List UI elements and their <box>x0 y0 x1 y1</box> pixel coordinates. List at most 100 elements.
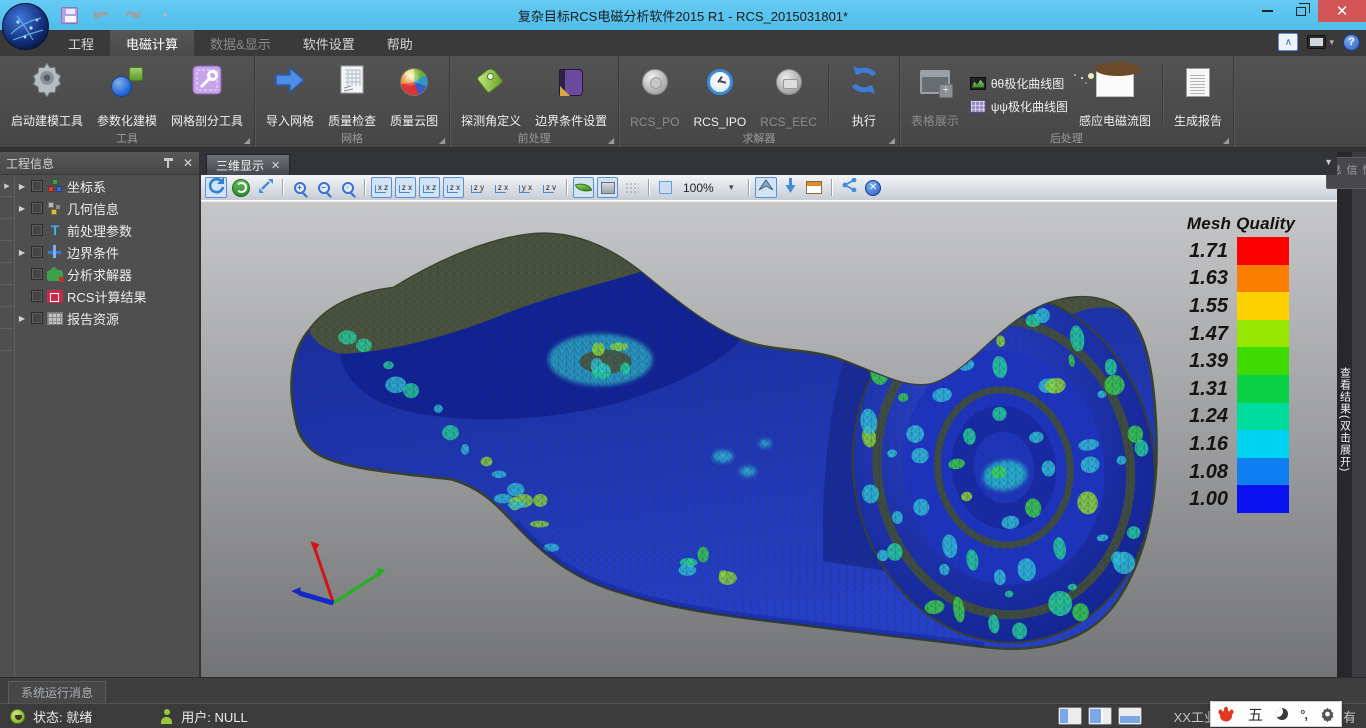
tree-item-边界条件[interactable]: ▶边界条件 <box>15 241 199 263</box>
button-网格剖分工具[interactable]: 网格剖分工具 <box>164 58 250 131</box>
legend-swatch <box>1237 403 1289 431</box>
menu-tab-帮助[interactable]: 帮助 <box>371 30 429 56</box>
zoom-out-icon[interactable]: − <box>313 177 334 198</box>
restore-button[interactable] <box>1284 0 1318 22</box>
checkbox[interactable] <box>31 268 43 280</box>
tree-item-RCS计算结果[interactable]: RCS计算结果 <box>15 285 199 307</box>
tree-item-分析求解器[interactable]: 分析求解器 <box>15 263 199 285</box>
menu-tab-软件设置[interactable]: 软件设置 <box>287 30 371 56</box>
button-导入网格[interactable]: 导入网格 <box>259 58 321 131</box>
checkbox[interactable] <box>31 202 43 214</box>
menu-tab-电磁计算[interactable]: 电磁计算 <box>110 30 194 56</box>
view-iso2-icon[interactable]: z v <box>539 177 560 198</box>
cancel-icon[interactable]: ✕ <box>863 177 884 198</box>
app-logo-icon[interactable] <box>2 3 49 50</box>
view-xz-icon[interactable]: x z <box>371 177 392 198</box>
button-质量云图[interactable]: 质量云图 <box>383 58 445 131</box>
quality-check-icon <box>337 64 367 101</box>
wireframe-dots-icon <box>621 177 642 198</box>
checkbox[interactable] <box>31 312 43 324</box>
button-执行[interactable]: 执行 <box>833 58 895 131</box>
boundary-icon <box>47 244 63 260</box>
help-icon[interactable]: ? <box>1343 34 1360 51</box>
button-参数化建模[interactable]: 参数化建模 <box>90 58 164 131</box>
dialog-launcher-icon[interactable]: ◢ <box>244 136 250 145</box>
clip-plane-icon <box>757 178 775 198</box>
layout-split-icon[interactable] <box>1088 707 1112 725</box>
expander-icon[interactable]: ▶ <box>17 182 27 191</box>
dialog-launcher-icon[interactable]: ◢ <box>608 136 614 145</box>
tab-3d-display[interactable]: 三维显示 ✕ <box>206 154 290 175</box>
button-ψψ极化曲线图[interactable]: ψψ极化曲线图 <box>970 98 1068 115</box>
tree-item-前处理参数[interactable]: T前处理参数 <box>15 219 199 241</box>
checkbox[interactable] <box>31 180 43 192</box>
pan-view-icon <box>257 177 274 199</box>
button-启动建模工具[interactable]: 启动建模工具 <box>4 58 90 131</box>
view-zx-icon[interactable]: z x <box>395 177 416 198</box>
close-button[interactable]: ✕ <box>1318 0 1366 22</box>
button-label: 质量检查 <box>328 112 376 129</box>
legend-value: 1.63 <box>1181 268 1237 288</box>
ime-bar[interactable]: 五 °, <box>1210 701 1342 727</box>
menu-tab-数据&显示[interactable]: 数据&显示 <box>194 30 287 56</box>
psi-curve-icon <box>970 100 986 113</box>
zoom-in-icon[interactable]: + <box>289 177 310 198</box>
view-xz2-icon[interactable]: x z <box>419 177 440 198</box>
minimize-button[interactable] <box>1250 0 1284 22</box>
view-iso1-icon[interactable]: y x <box>515 177 536 198</box>
button-label: 启动建模工具 <box>11 112 83 129</box>
dialog-launcher-icon[interactable]: ◢ <box>889 136 895 145</box>
zoom-level-value[interactable]: 100% <box>679 177 718 198</box>
expander-icon[interactable]: ▶ <box>17 314 27 323</box>
rotate-view-icon[interactable] <box>205 177 227 198</box>
capture-window-icon[interactable] <box>804 177 825 198</box>
rotate-view-icon <box>207 176 225 199</box>
3d-canvas[interactable]: Mesh Quality 1.711.631.551.471.391.311.2… <box>201 201 1337 677</box>
button-θθ极化曲线图[interactable]: θθ极化曲线图 <box>970 75 1068 92</box>
tree-item-坐标系[interactable]: ▶坐标系 <box>15 175 199 197</box>
checkbox[interactable] <box>31 246 43 258</box>
tab-close-icon[interactable]: ✕ <box>271 159 280 172</box>
clip-plane-icon[interactable] <box>755 177 777 198</box>
button-边界条件设置[interactable]: 边界条件设置 <box>528 58 614 131</box>
checkbox[interactable] <box>31 224 43 236</box>
layout-left-icon[interactable] <box>1058 707 1082 725</box>
tree-item-几何信息[interactable]: ▶几何信息 <box>15 197 199 219</box>
expander-icon[interactable]: ▶ <box>17 248 27 257</box>
view-zy-icon[interactable]: z y <box>467 177 488 198</box>
user-icon <box>160 709 173 724</box>
zoom-box-icon[interactable] <box>655 177 676 198</box>
zoom-fit-icon[interactable]: ◦ <box>337 177 358 198</box>
collapse-ribbon-icon[interactable]: ∧ <box>1278 33 1298 51</box>
tab-list-caret-icon[interactable]: ▼ <box>1324 157 1333 167</box>
share-icon[interactable] <box>838 177 860 198</box>
menu-tab-工程[interactable]: 工程 <box>52 30 110 56</box>
button-生成报告[interactable]: 生成报告 <box>1167 58 1229 131</box>
system-messages-tab[interactable]: 系统运行消息 <box>8 681 106 703</box>
arrow-down-icon[interactable] <box>780 177 801 198</box>
flat-shade-icon[interactable] <box>597 177 618 198</box>
button-质量检查[interactable]: 质量检查 <box>321 58 383 131</box>
tree-item-报告资源[interactable]: ▶报告资源 <box>15 307 199 329</box>
view-zx2-icon[interactable]: z x <box>443 177 464 198</box>
dialog-launcher-icon[interactable]: ◢ <box>439 136 445 145</box>
expander-icon[interactable]: ▶ <box>17 204 27 213</box>
layout-bottom-icon[interactable] <box>1118 707 1142 725</box>
pin-icon[interactable] <box>164 157 173 169</box>
caret-down-icon[interactable]: ▾ <box>721 177 742 198</box>
dialog-launcher-icon[interactable]: ◢ <box>1223 136 1229 145</box>
refresh-view-icon[interactable] <box>230 177 252 198</box>
button-探测角定义[interactable]: 探测角定义 <box>454 58 528 131</box>
smooth-shade-icon[interactable] <box>573 177 594 198</box>
checkbox[interactable] <box>31 290 43 302</box>
pan-view-icon[interactable] <box>255 177 276 198</box>
view-zvx-icon[interactable]: z x <box>491 177 512 198</box>
display-switch-icon[interactable]: ▾ <box>1307 35 1334 49</box>
table-show-icon <box>920 70 950 94</box>
legend-row: 1.16 <box>1181 430 1301 458</box>
panel-close-icon[interactable]: ✕ <box>183 156 193 170</box>
button-感应电磁流图[interactable]: 感应电磁流图 <box>1072 58 1158 131</box>
button-RCS_IPO[interactable]: RCS_IPO <box>686 58 753 131</box>
results-collapsed-tab[interactable]: 查看结果(双击展开) <box>1337 152 1352 677</box>
ribbon: 启动建模工具参数化建模网格剖分工具工具◢导入网格质量检查质量云图网格◢探测角定义… <box>0 56 1366 148</box>
